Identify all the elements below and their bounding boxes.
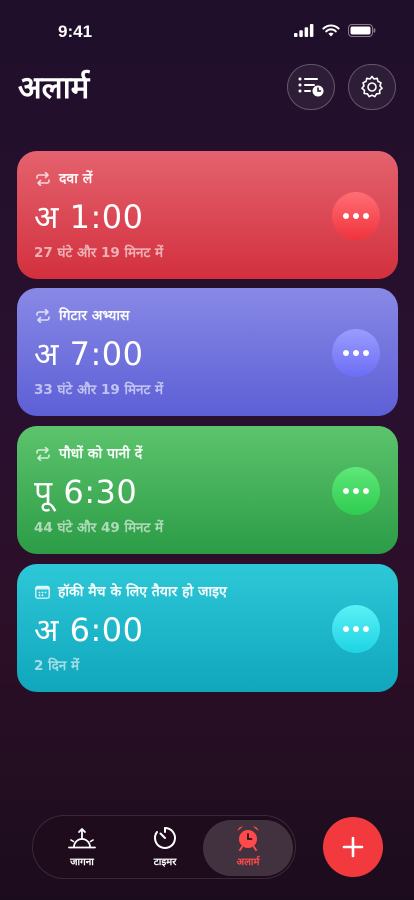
alarm-period: अ (34, 611, 59, 649)
alarm-card[interactable]: हॉकी मैच के लिए तैयार हो जाइए अ 6:00 2 द… (17, 564, 398, 692)
alarm-label-text: गिटार अभ्यास (59, 308, 130, 324)
tab-alarm[interactable]: अलार्म (203, 820, 293, 876)
tab-label: अलार्म (236, 857, 260, 868)
status-time: 9:41 (58, 22, 93, 41)
alarm-card[interactable]: दवा लें अ 1:00 27 घंटे और 19 मिनट में (17, 151, 398, 279)
tab-label: जागना (70, 857, 94, 868)
alarm-label: पौधों को पानी दें (35, 444, 142, 463)
timer-icon (154, 827, 176, 849)
alarm-label: हॉकी मैच के लिए तैयार हो जाइए (35, 582, 227, 601)
alarm-clock-icon (237, 826, 259, 851)
alarm-countdown: 2 दिन में (34, 658, 80, 674)
ellipsis-dot (363, 213, 369, 219)
sunrise-icon (68, 828, 96, 849)
ellipsis-dot (343, 626, 349, 632)
ellipsis-dot (353, 213, 359, 219)
ellipsis-dot (353, 488, 359, 494)
alarm-time: पू 6:30 (34, 470, 137, 513)
alarm-time: अ 1:00 (34, 195, 143, 238)
alarm-time: अ 7:00 (34, 332, 143, 375)
ellipsis-dot (343, 488, 349, 494)
cellular-signal-icon (294, 24, 314, 37)
alarm-time: अ 6:00 (34, 608, 143, 651)
alarm-time-value: 6:30 (63, 473, 138, 511)
more-options-button[interactable] (332, 605, 380, 653)
ellipsis-dot (343, 213, 349, 219)
tab-bar: जागना टाइमर अलार्म (32, 815, 296, 879)
schedule-list-button[interactable] (287, 64, 335, 110)
alarm-period: अ (34, 335, 59, 373)
wifi-icon (322, 24, 340, 37)
alarm-label: दवा लें (35, 169, 92, 188)
ellipsis-dot (363, 350, 369, 356)
alarm-time-value: 1:00 (69, 198, 144, 236)
page-title: अलार्म (18, 70, 90, 106)
alarm-label: गिटार अभ्यास (35, 306, 130, 325)
repeat-icon (36, 171, 50, 186)
tab-wake-up[interactable]: जागना (37, 820, 127, 876)
more-options-button[interactable] (332, 192, 380, 240)
alarm-countdown: 27 घंटे और 19 मिनट में (34, 245, 164, 261)
tab-label: टाइमर (153, 857, 177, 868)
alarm-time-value: 7:00 (69, 335, 144, 373)
ellipsis-dot (363, 488, 369, 494)
alarm-label-text: पौधों को पानी दें (59, 446, 143, 462)
ellipsis-dot (343, 350, 349, 356)
alarm-period: अ (34, 198, 59, 236)
alarm-time-value: 6:00 (69, 611, 144, 649)
settings-button[interactable] (348, 64, 396, 110)
alarm-countdown: 44 घंटे और 49 मिनट में (34, 520, 164, 536)
calendar-icon (35, 585, 50, 599)
list-clock-icon (298, 77, 324, 97)
ellipsis-dot (353, 626, 359, 632)
alarm-label-text: हॉकी मैच के लिए तैयार हो जाइए (58, 584, 227, 600)
alarm-card[interactable]: गिटार अभ्यास अ 7:00 33 घंटे और 19 मिनट म… (17, 288, 398, 416)
status-bar: 9:41 (0, 0, 414, 66)
add-alarm-button[interactable] (323, 817, 383, 877)
tab-timer[interactable]: टाइमर (120, 820, 210, 876)
alarm-card[interactable]: पौधों को पानी दें पू 6:30 44 घंटे और 49 … (17, 426, 398, 554)
ellipsis-dot (353, 350, 359, 356)
alarm-period: पू (34, 473, 53, 511)
alarm-label-text: दवा लें (59, 171, 93, 187)
repeat-icon (36, 308, 50, 323)
status-icons (294, 24, 376, 37)
plus-icon (342, 836, 364, 858)
ellipsis-dot (363, 626, 369, 632)
more-options-button[interactable] (332, 467, 380, 515)
more-options-button[interactable] (332, 329, 380, 377)
gear-icon (361, 75, 383, 98)
alarm-countdown: 33 घंटे और 19 मिनट में (34, 382, 164, 398)
repeat-icon (36, 446, 50, 461)
battery-icon (348, 24, 376, 37)
